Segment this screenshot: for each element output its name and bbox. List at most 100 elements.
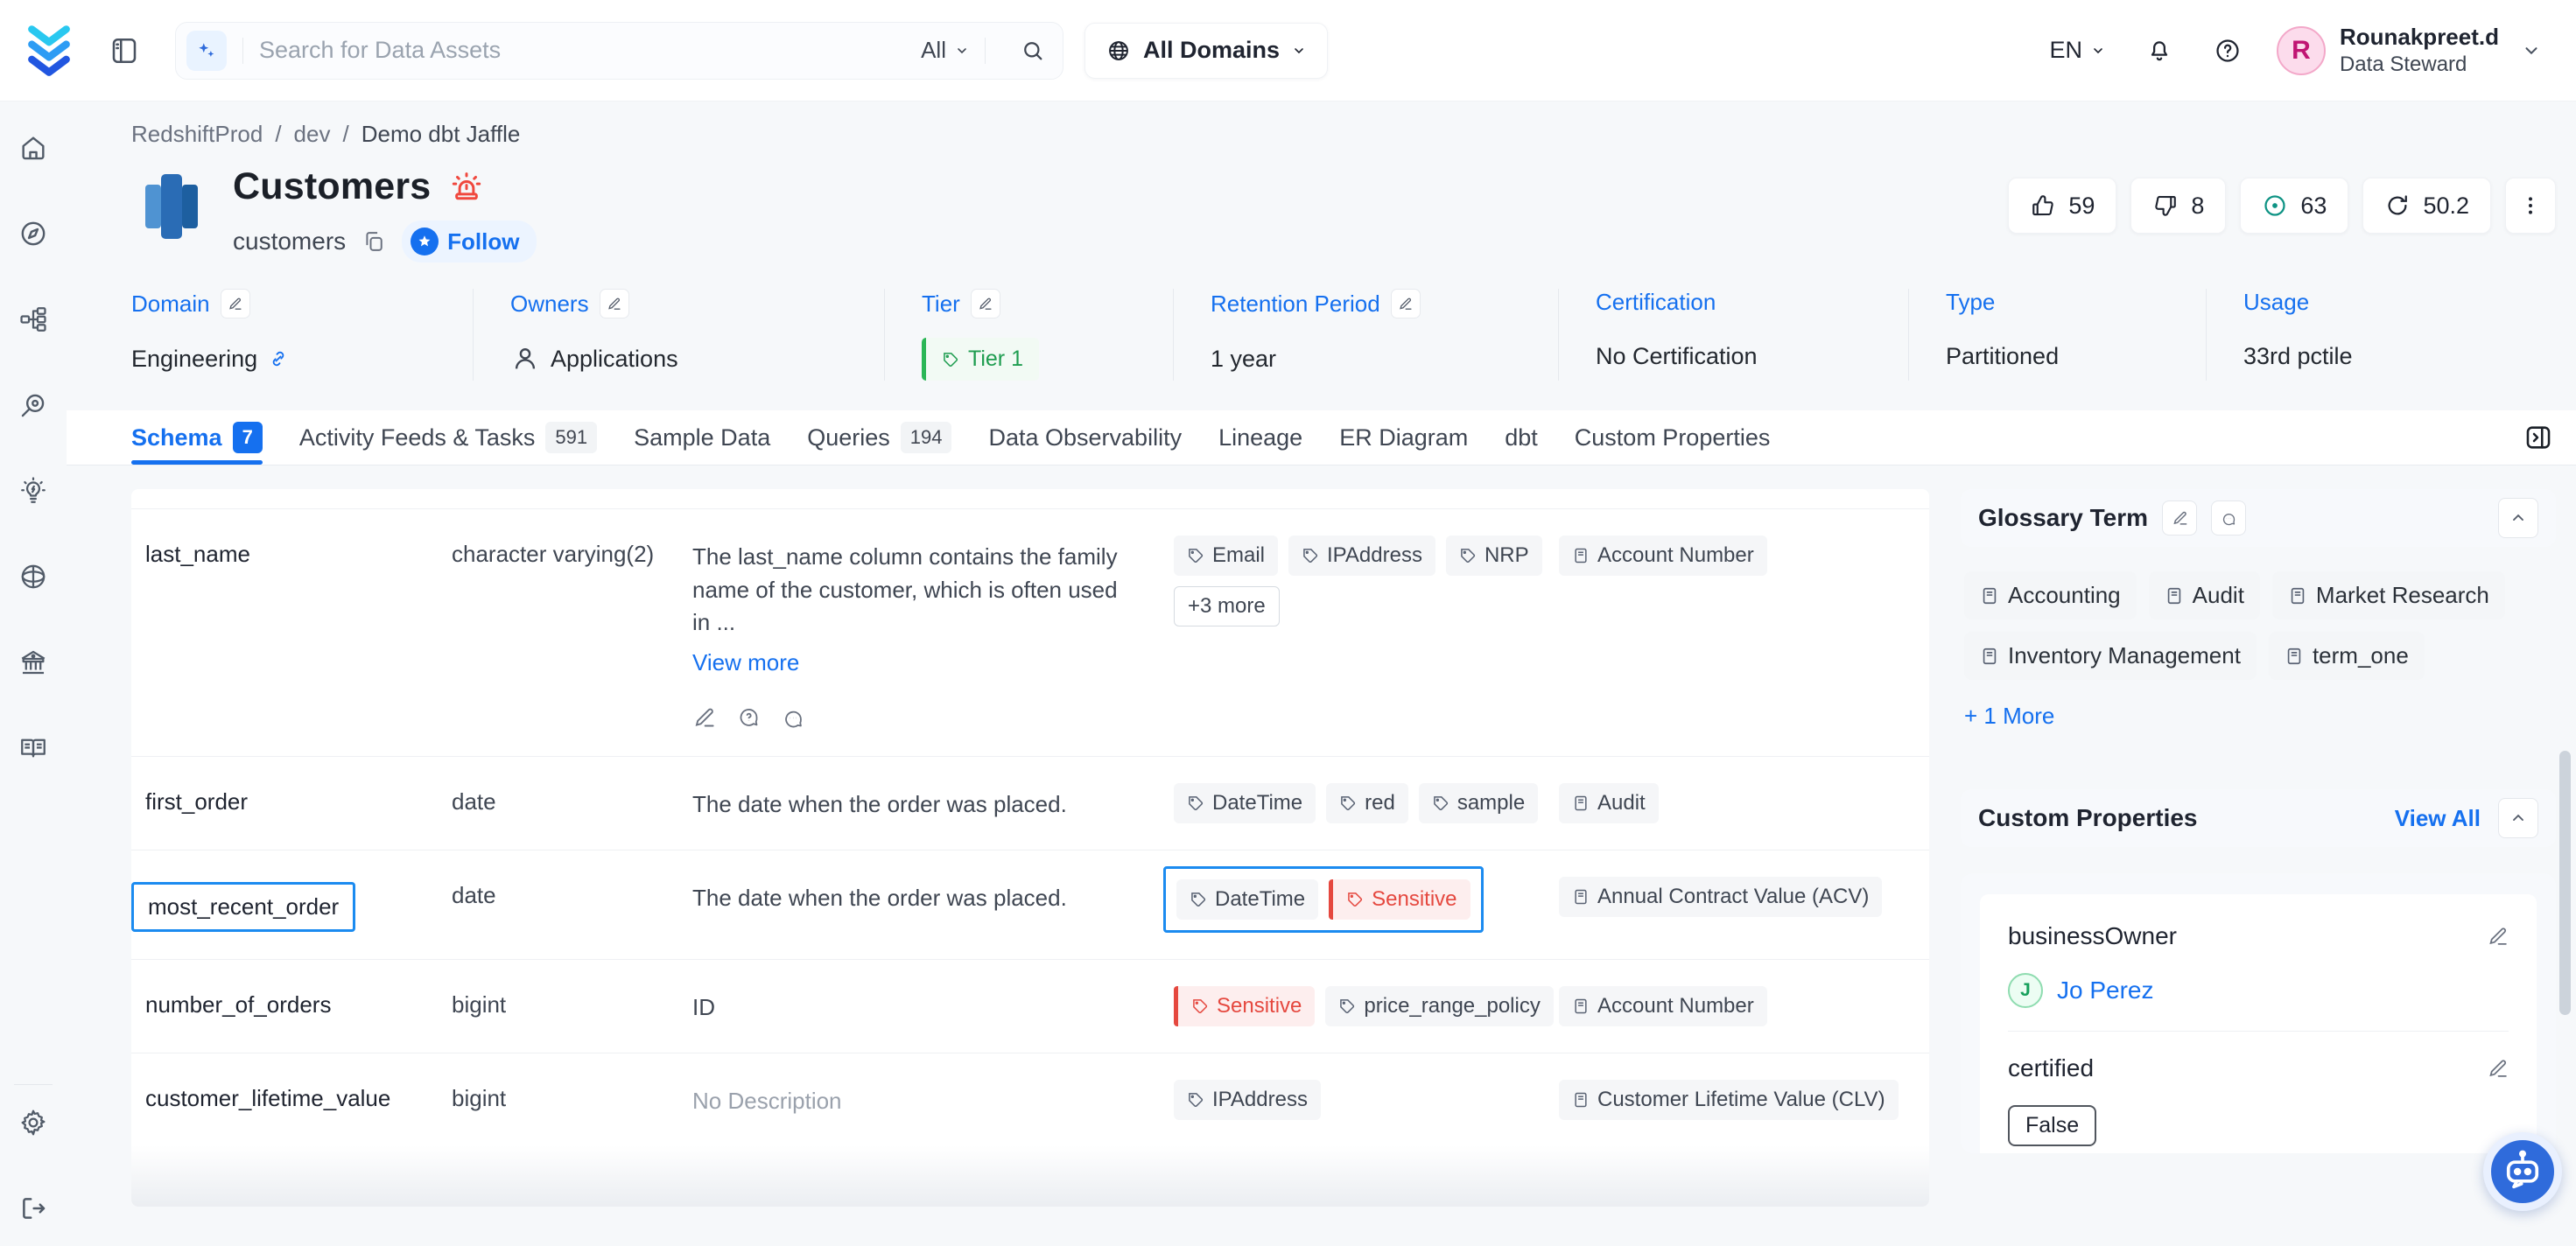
tier-badge[interactable]: Tier 1 — [922, 338, 1039, 381]
window-scrollbar[interactable] — [2559, 751, 2571, 1015]
table-row[interactable]: number_of_orders bigint ID Sensitive pri… — [131, 959, 1929, 1053]
tab-queries[interactable]: Queries194 — [807, 410, 951, 465]
logout-icon[interactable] — [18, 1194, 48, 1223]
owner-user-link[interactable]: Jo Perez — [2057, 976, 2154, 1004]
sensitive-tag-chip[interactable]: Sensitive — [1329, 879, 1470, 920]
insights-bulb-icon[interactable] — [18, 476, 48, 506]
column-name[interactable]: number_of_orders — [145, 986, 452, 1026]
help-icon[interactable] — [2214, 37, 2242, 65]
request-description-icon[interactable] — [737, 706, 761, 730]
column-name[interactable]: first_order — [145, 783, 452, 823]
user-menu[interactable]: R Rounakpreet.d Data Steward — [2277, 23, 2499, 78]
freshness-button[interactable]: 50.2 — [2362, 178, 2491, 234]
tag-chip[interactable]: IPAddress — [1174, 1080, 1321, 1120]
alert-siren-icon[interactable] — [448, 169, 485, 206]
app-logo[interactable] — [23, 23, 75, 79]
downvote-button[interactable]: 8 — [2130, 178, 2226, 234]
upvote-button[interactable]: 59 — [2008, 178, 2116, 234]
tab-lineage[interactable]: Lineage — [1218, 410, 1302, 465]
observability-icon[interactable] — [18, 390, 48, 420]
glossary-term-chip[interactable]: term_one — [2269, 632, 2425, 680]
ai-sparkle-icon[interactable] — [186, 31, 227, 71]
breadcrumb-item[interactable]: RedshiftProd — [131, 121, 263, 148]
tag-chip[interactable]: sample — [1419, 783, 1538, 823]
language-select[interactable]: EN — [2049, 37, 2105, 64]
all-domains-button[interactable]: All Domains — [1084, 23, 1328, 79]
chatbot-button[interactable] — [2483, 1132, 2562, 1211]
conversation-icon[interactable] — [782, 706, 805, 730]
copy-icon[interactable] — [361, 229, 386, 254]
glossary-book-icon[interactable] — [18, 733, 48, 763]
collapse-glossary-button[interactable] — [2498, 498, 2538, 538]
settings-gear-icon[interactable] — [18, 1108, 48, 1138]
column-name[interactable]: last_name — [145, 536, 452, 730]
edit-description-icon[interactable] — [692, 706, 716, 730]
home-icon[interactable] — [18, 133, 48, 163]
sidebar-toggle-icon[interactable] — [109, 35, 140, 66]
edit-property-icon[interactable] — [2487, 926, 2509, 948]
domains-globe-icon[interactable] — [18, 562, 48, 592]
glossary-term-chip[interactable]: Market Research — [2272, 571, 2505, 620]
edit-property-icon[interactable] — [2487, 1058, 2509, 1080]
edit-domain-button[interactable] — [221, 289, 250, 318]
tab-dbt[interactable]: dbt — [1505, 410, 1538, 465]
edit-glossary-button[interactable] — [2162, 500, 2197, 536]
search-input[interactable] — [259, 37, 921, 64]
glossary-term-chip[interactable]: Audit — [1559, 783, 1659, 823]
tag-chip[interactable]: Email — [1174, 536, 1278, 576]
follow-button[interactable]: Follow — [402, 220, 537, 262]
more-actions-button[interactable] — [2505, 178, 2556, 234]
govern-bank-icon[interactable] — [18, 648, 48, 677]
glossary-comments-button[interactable] — [2211, 500, 2246, 536]
search-icon[interactable] — [1021, 38, 1045, 63]
tag-chip[interactable]: NRP — [1446, 536, 1542, 576]
table-row[interactable]: last_name character varying(2) The last_… — [131, 508, 1929, 756]
search-scope-select[interactable]: All — [921, 37, 969, 64]
lineage-sitemap-icon[interactable] — [18, 304, 48, 334]
glossary-term-chip[interactable]: Account Number — [1559, 986, 1767, 1026]
glossary-term-chip[interactable]: Account Number — [1559, 536, 1767, 576]
glossary-more-link[interactable]: + 1 More — [1964, 703, 2054, 730]
tab-schema[interactable]: Schema7 — [131, 410, 263, 465]
notifications-bell-icon[interactable] — [2145, 37, 2173, 65]
tab-activity-feeds[interactable]: Activity Feeds & Tasks591 — [299, 410, 597, 465]
domain-value[interactable]: Engineering — [131, 346, 257, 373]
quality-score-button[interactable]: 63 — [2240, 178, 2348, 234]
tab-er-diagram[interactable]: ER Diagram — [1339, 410, 1468, 465]
table-row[interactable]: first_order date The date when the order… — [131, 756, 1929, 850]
view-more-link[interactable]: View more — [692, 647, 1139, 680]
table-row[interactable]: customer_lifetime_value bigint No Descri… — [131, 1053, 1929, 1146]
view-all-link[interactable]: View All — [2395, 805, 2481, 832]
column-name[interactable]: customer_lifetime_value — [145, 1080, 452, 1120]
tag-chip[interactable]: DateTime — [1174, 783, 1316, 823]
tab-custom-properties[interactable]: Custom Properties — [1575, 410, 1771, 465]
tag-chip[interactable]: DateTime — [1176, 879, 1318, 920]
tag-chip[interactable]: red — [1326, 783, 1408, 823]
tab-data-observability[interactable]: Data Observability — [988, 410, 1182, 465]
edit-tier-button[interactable] — [971, 289, 1000, 318]
user-menu-chevron-icon[interactable] — [2522, 41, 2541, 60]
edit-owners-button[interactable] — [600, 289, 629, 318]
glossary-term-chip[interactable]: Accounting — [1964, 571, 2137, 620]
glossary-term-chip[interactable]: Audit — [2149, 571, 2260, 620]
link-icon[interactable] — [268, 348, 289, 369]
collapse-panel-icon[interactable] — [2523, 423, 2553, 452]
tag-chip[interactable]: price_range_policy — [1325, 986, 1553, 1026]
breadcrumb-item[interactable]: dev — [294, 121, 331, 148]
glossary-term-chip[interactable]: Annual Contract Value (ACV) — [1559, 877, 1882, 917]
table-row-highlighted[interactable]: most_recent_order date The date when the… — [131, 850, 1929, 959]
breadcrumb-item-current[interactable]: Demo dbt Jaffle — [361, 121, 521, 148]
glossary-term-chip[interactable]: Customer Lifetime Value (CLV) — [1559, 1080, 1899, 1120]
global-search[interactable]: All — [175, 22, 1063, 80]
glossary-term-chip[interactable]: Inventory Management — [1964, 632, 2257, 680]
edit-retention-button[interactable] — [1391, 289, 1421, 318]
explore-compass-icon[interactable] — [18, 219, 48, 248]
column-name[interactable]: most_recent_order — [145, 877, 452, 933]
collapse-custom-properties-button[interactable] — [2498, 798, 2538, 838]
tab-sample-data[interactable]: Sample Data — [634, 410, 770, 465]
tag-chip[interactable]: IPAddress — [1288, 536, 1435, 576]
more-tags-chip[interactable]: +3 more — [1174, 586, 1280, 626]
highlighted-column-name[interactable]: most_recent_order — [131, 882, 355, 932]
sensitive-tag-chip[interactable]: Sensitive — [1174, 986, 1315, 1026]
owners-value[interactable]: Applications — [551, 346, 678, 373]
